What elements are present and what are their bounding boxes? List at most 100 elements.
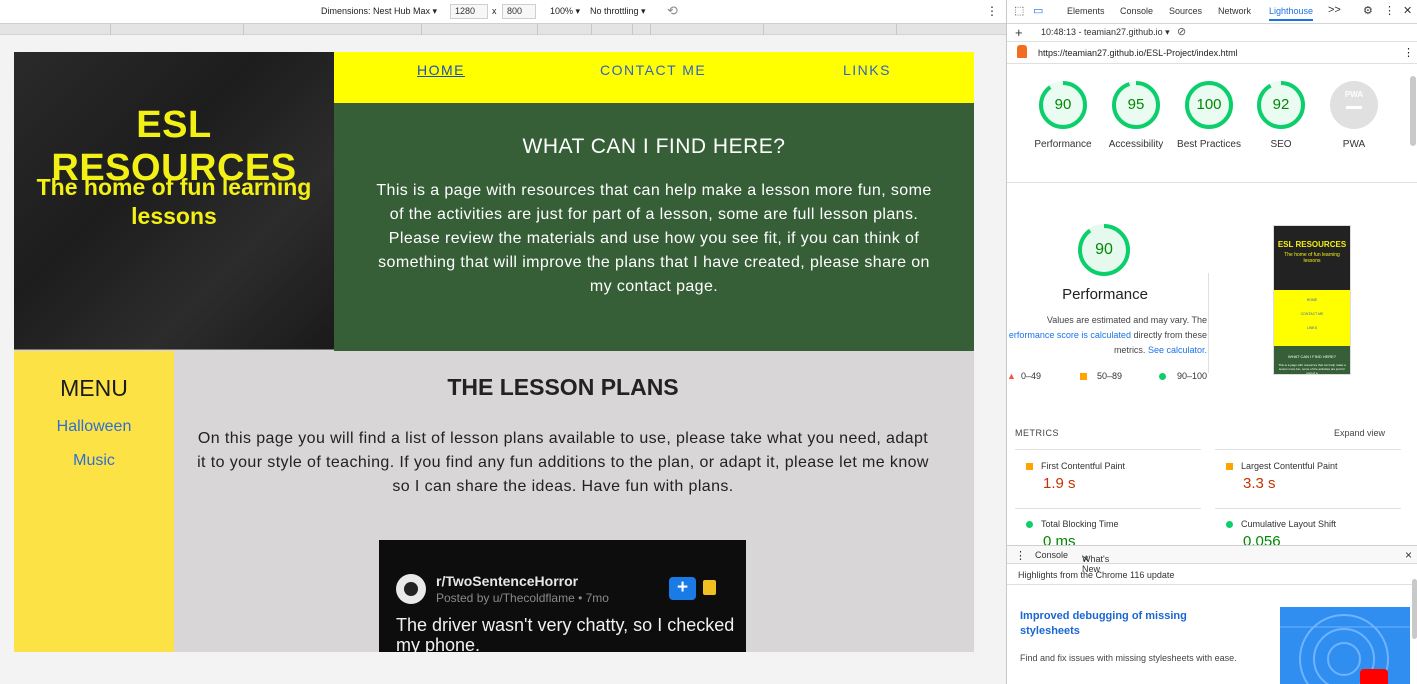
ruler-mark (537, 24, 538, 35)
ruler-mark (896, 24, 897, 35)
url-menu-icon[interactable]: ⋮ (1403, 46, 1414, 59)
article-video-thumbnail[interactable] (1280, 607, 1410, 684)
scrollbar-thumb[interactable] (1410, 76, 1416, 146)
metric-name: Total Blocking Time (1041, 519, 1119, 529)
divider (1215, 449, 1401, 450)
metric-fcp: First Contentful Paint 1.9 s (1026, 461, 1125, 492)
gauge-performance[interactable]: 90 (1038, 80, 1088, 130)
url-bar: https://teamian27.github.io/ESL-Project/… (1007, 42, 1417, 64)
gauge-label: Accessibility (1108, 139, 1164, 150)
close-icon[interactable]: ✕ (1403, 4, 1412, 17)
more-options-icon[interactable]: ⋮ (986, 4, 998, 18)
drawer-tab-console[interactable]: Console (1035, 550, 1068, 560)
expand-view-toggle[interactable]: Expand view (1334, 428, 1385, 438)
clear-icon[interactable]: ⊘ (1177, 25, 1186, 38)
article-text: Find and fix issues with missing stylesh… (1020, 653, 1237, 663)
throttling-dropdown[interactable]: No throttling ▾ (590, 6, 646, 17)
green-circle-icon (1159, 373, 1166, 380)
perf-note-line3: metrics. (1113, 345, 1146, 355)
menu-item-music[interactable]: Music (14, 452, 174, 470)
add-report-icon[interactable]: + (1015, 25, 1023, 40)
dimensions-label: Dimensions: Nest Hub Max (321, 6, 431, 16)
rotate-icon[interactable]: ⟲ (667, 3, 678, 19)
gauge-label: Best Practices (1177, 139, 1241, 150)
audited-url: https://teamian27.github.io/ESL-Project/… (1038, 48, 1238, 58)
device-toggle-icon[interactable]: ▭ (1033, 4, 1043, 17)
ruler-mark (632, 24, 633, 35)
see-calculator-link[interactable]: See calculator. (1148, 345, 1207, 355)
divider (1208, 273, 1209, 373)
divider (1015, 449, 1201, 450)
menu-item-halloween[interactable]: Halloween (14, 418, 174, 436)
avatar (396, 574, 426, 604)
metric-value: 3.3 s (1243, 475, 1276, 492)
metric-value: 1.9 s (1043, 475, 1076, 492)
youtube-play-icon[interactable] (1360, 669, 1388, 684)
throttling-label: No throttling (590, 6, 639, 16)
gauge-pwa[interactable]: PWA (1329, 80, 1379, 130)
perf-note: Values are estimated and may vary. The e… (1007, 313, 1207, 358)
nav-contact-link[interactable]: CONTACT ME (600, 62, 706, 78)
report-time: 10:48:13 - teamian27.github.io (1041, 27, 1163, 37)
thumb-nav-links: LINKS (1306, 326, 1318, 330)
tab-elements[interactable]: Elements (1067, 6, 1105, 16)
archive-icon (703, 580, 716, 595)
media-query-ruler (0, 24, 1006, 35)
thumb-nav: HOME CONTACT ME LINKS (1274, 290, 1350, 346)
pwa-dash-icon (1346, 106, 1362, 109)
thumb-nav-contact: CONTACT ME (1300, 312, 1324, 316)
nav-links-link[interactable]: LINKS (843, 62, 891, 78)
nav-home-link[interactable]: HOME (417, 62, 465, 78)
page-screenshot-thumbnail: ESL RESOURCES The home of fun learning l… (1273, 225, 1351, 375)
drawer-menu-icon[interactable]: ⋮ (1015, 549, 1026, 562)
lighthouse-icon (1017, 45, 1027, 58)
thumb-brand: ESL RESOURCES The home of fun learning l… (1274, 226, 1350, 290)
ruler-mark (421, 24, 422, 35)
intro-section: WHAT CAN I FIND HERE? This is a page wit… (334, 103, 974, 351)
thumb-heading: WHAT CAN I FIND HERE? (1287, 354, 1337, 359)
tab-sources[interactable]: Sources (1169, 6, 1202, 16)
legend-red: 0–49 (1021, 371, 1042, 381)
gauge-seo[interactable]: 92 (1256, 80, 1306, 130)
divider (1215, 508, 1401, 509)
divider (1015, 508, 1201, 509)
kebab-icon[interactable]: ⋮ (1384, 4, 1395, 17)
thumb-nav-home: HOME (1306, 298, 1318, 302)
report-selector[interactable]: 10:48:13 - teamian27.github.io ▾ (1041, 27, 1170, 38)
site-nav: HOME CONTACT ME LINKS (334, 52, 974, 103)
zoom-dropdown[interactable]: 100% ▾ (550, 6, 580, 17)
device-toolbar: Dimensions: Nest Hub Max ▾ 1280 x 800 10… (0, 0, 1006, 24)
devtools-tabbar: ⬚ ▭ Elements Console Sources Network Lig… (1007, 0, 1417, 24)
metrics-title: METRICS (1015, 428, 1059, 438)
divider (1007, 584, 1417, 585)
tab-lighthouse[interactable]: Lighthouse (1269, 6, 1314, 21)
gauge-label: SEO (1270, 139, 1292, 150)
site-subtitle: The home of fun learning lessons (36, 174, 312, 229)
scrollbar-thumb[interactable] (1412, 579, 1417, 639)
drawer-close-icon[interactable]: × (1405, 548, 1412, 562)
gauge-ring (1330, 81, 1378, 129)
lighthouse-toolbar: + 10:48:13 - teamian27.github.io ▾ ⊘ (1007, 24, 1417, 42)
more-tabs-icon[interactable]: >> (1328, 4, 1341, 16)
lessons-text: On this page you will find a list of les… (197, 430, 929, 495)
tab-console[interactable]: Console (1120, 6, 1153, 16)
inspect-icon[interactable]: ⬚ (1014, 4, 1024, 17)
tab-network[interactable]: Network (1218, 6, 1251, 16)
perf-note-line1: Values are estimated and may vary. The (1046, 315, 1207, 325)
metric-lcp: Largest Contentful Paint 3.3 s (1226, 461, 1338, 492)
zoom-label: 100% (550, 6, 574, 16)
performance-big-gauge: 90 (1077, 223, 1131, 277)
gauge-accessibility[interactable]: 95 (1111, 80, 1161, 130)
post-subreddit: r/TwoSentenceHorror (436, 573, 579, 589)
height-input[interactable]: 800 (502, 4, 536, 19)
thumb-title: ESL RESOURCES (1277, 240, 1347, 249)
article-title[interactable]: Improved debugging of missing stylesheet… (1020, 609, 1220, 639)
width-input[interactable]: 1280 (450, 4, 488, 19)
gear-icon[interactable]: ⚙ (1363, 4, 1373, 17)
metric-name: Largest Contentful Paint (1241, 461, 1338, 471)
device-emulation-area: Dimensions: Nest Hub Max ▾ 1280 x 800 10… (0, 0, 1006, 684)
score-calculated-link[interactable]: erformance score is calculated (1009, 330, 1131, 340)
gauge-label: PWA (1342, 139, 1366, 150)
dimensions-dropdown[interactable]: Dimensions: Nest Hub Max ▾ (321, 6, 437, 17)
gauge-best-practices[interactable]: 100 (1184, 80, 1234, 130)
